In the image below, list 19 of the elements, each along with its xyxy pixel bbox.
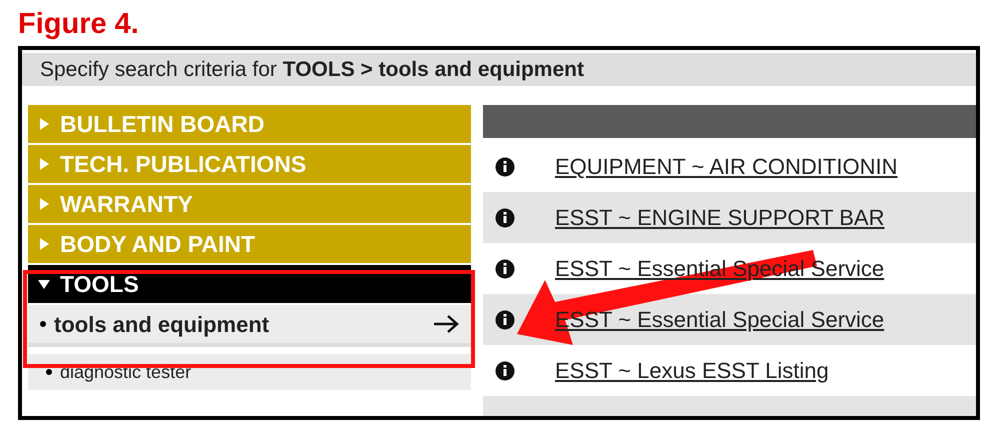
caret-right-icon xyxy=(38,198,50,210)
caret-right-icon xyxy=(38,118,50,130)
result-link[interactable]: EQUIPMENT ~ AIR CONDITIONIN xyxy=(555,150,898,183)
header-text: Specify search criteria for TOOLS > tools and equipment xyxy=(40,56,584,83)
info-icon[interactable] xyxy=(495,360,515,380)
info-icon[interactable] xyxy=(495,310,515,330)
figure-caption: Figure 4. xyxy=(18,7,140,42)
info-icon[interactable] xyxy=(495,258,515,278)
caret-right-icon xyxy=(38,238,50,250)
result-link[interactable]: ESST ~ Lexus ESST Listing xyxy=(555,354,829,387)
result-link[interactable]: ESST ~ Essential Special Service xyxy=(555,252,884,285)
submenu-item[interactable]: tools and equipment xyxy=(28,305,471,347)
caret-down-icon xyxy=(38,278,50,290)
arrow-right-icon xyxy=(433,315,459,333)
bullet-icon xyxy=(40,321,46,327)
bullet-icon xyxy=(46,369,52,375)
info-icon[interactable] xyxy=(495,208,515,228)
caret-right-icon xyxy=(38,158,50,170)
info-icon[interactable] xyxy=(495,156,515,176)
